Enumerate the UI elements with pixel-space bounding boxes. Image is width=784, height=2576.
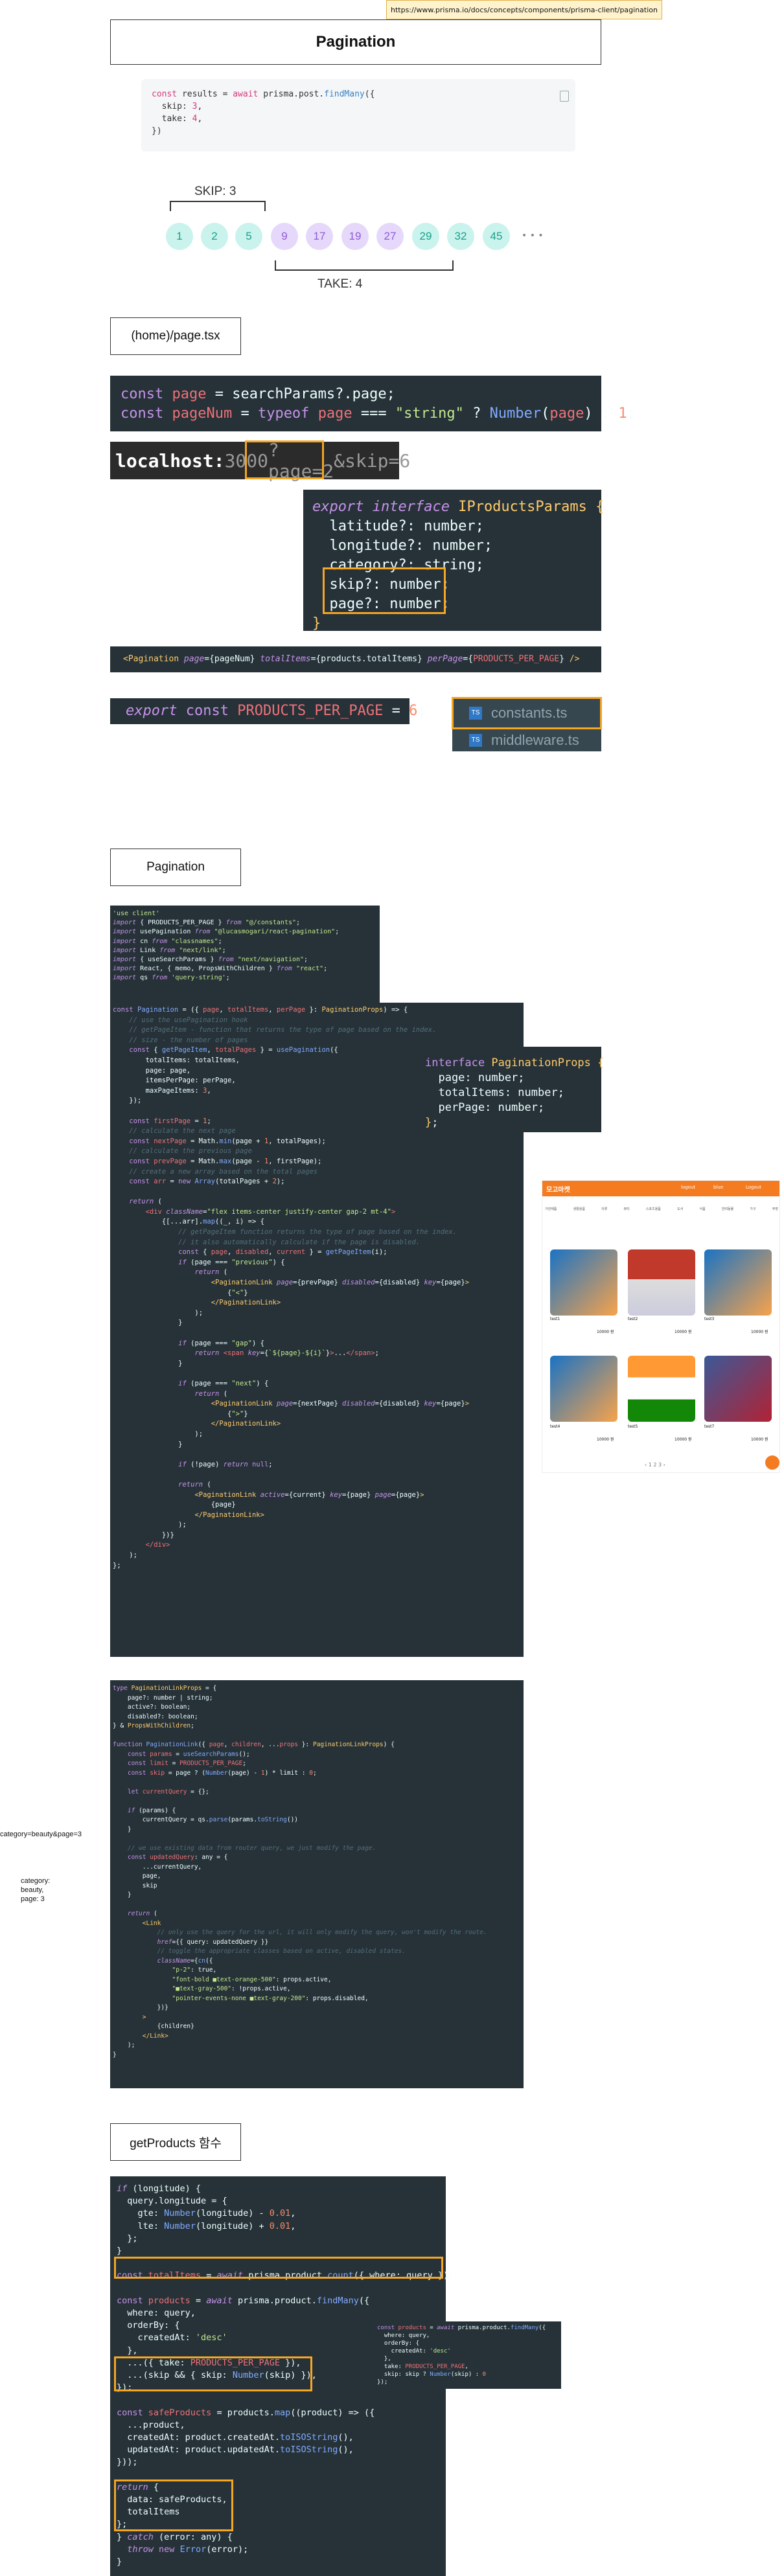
query-object-line: page: 3 [21, 1895, 45, 1903]
product-price: 10000 원 [597, 1437, 614, 1442]
query-string-text: category=beauty&page=3 [0, 1830, 82, 1838]
page-tsx-title: (home)/page.tsx [110, 317, 241, 355]
product-price: 10000 원 [674, 1330, 692, 1334]
query-object-line: beauty, [21, 1886, 44, 1894]
file-middleware[interactable]: TS middleware.ts [452, 729, 601, 751]
product-name: test7 [704, 1424, 715, 1429]
find-many-small-code: const products = await prisma.product.fi… [373, 2321, 561, 2389]
take-label: TAKE: 4 [317, 277, 363, 291]
ts-file-icon: TS [469, 734, 482, 747]
shop-header: 모고마켓 logout blue Logout [542, 1181, 779, 1196]
pagination-props-interface: interface PaginationProps { page: number… [415, 1047, 604, 1132]
category-item[interactable]: 반려동물 [722, 1207, 733, 1224]
product-name: test2 [628, 1317, 638, 1321]
product-image[interactable] [628, 1249, 695, 1316]
product-name: test3 [704, 1317, 715, 1321]
product-price: 10000 원 [751, 1330, 768, 1334]
category-item[interactable]: 주방 [772, 1207, 778, 1224]
skip-item: 1 [166, 223, 193, 250]
take-item: 17 [306, 223, 333, 250]
category-item[interactable]: 의류 [601, 1207, 607, 1224]
product-image[interactable] [704, 1249, 772, 1316]
skip-item: 2 [201, 223, 228, 250]
search-params-code: const page = searchParams?.page; const p… [110, 376, 636, 431]
shop-nav-item[interactable]: blue [713, 1185, 723, 1190]
rest-item: 45 [483, 223, 510, 250]
product-image[interactable] [704, 1356, 772, 1422]
skip-page-highlight [323, 567, 446, 614]
pagination-jsx: <Pagination page={pageNum} totalItems={p… [110, 646, 601, 672]
pagination-title: Pagination [110, 19, 601, 65]
find-many-snippet: const results = await prisma.post.findMa… [141, 79, 575, 152]
return-highlight [114, 2479, 233, 2531]
take-item: 9 [271, 223, 298, 250]
shop-nav-item[interactable]: logout [681, 1185, 695, 1190]
product-image[interactable] [550, 1249, 617, 1316]
category-item[interactable]: 식품 [699, 1207, 705, 1224]
category-item[interactable]: 가구 [750, 1207, 755, 1224]
more-dots: • • • [522, 231, 544, 241]
product-name: test4 [550, 1424, 560, 1429]
product-price: 10000 원 [674, 1437, 692, 1442]
copy-icon[interactable] [560, 91, 569, 102]
category-item[interactable]: 도서 [677, 1207, 683, 1224]
skip-bracket [170, 201, 266, 211]
product-price: 10000 원 [751, 1437, 768, 1442]
skip-item: 5 [235, 223, 262, 250]
shop-preview: 모고마켓 logout blue Logout 가전제품 생활용품 의류 뷰티 … [542, 1180, 780, 1473]
take-item: 27 [376, 223, 404, 250]
product-name: test1 [550, 1317, 560, 1321]
take-skip-highlight [114, 2356, 312, 2391]
take-bracket [275, 260, 454, 271]
count-highlight [114, 2257, 443, 2279]
take-item: 19 [341, 223, 369, 250]
product-price: 10000 원 [597, 1330, 614, 1334]
shop-categories: 가전제품 생활용품 의류 뷰티 스포츠용품 도서 식품 반려동물 가구 주방 [545, 1207, 778, 1224]
product-name: test5 [628, 1424, 638, 1429]
query-object-line: category: [21, 1877, 51, 1885]
category-item[interactable]: 스포츠용품 [646, 1207, 661, 1224]
product-image[interactable] [628, 1356, 695, 1422]
pagination-link-code: type PaginationLinkProps = { page?: numb… [110, 1680, 524, 2088]
page-query-highlight [245, 440, 324, 479]
get-products-title: getProducts 함수 [110, 2123, 241, 2161]
imports-code: 'use client' import { PRODUCTS_PER_PAGE … [110, 906, 380, 1003]
constants-highlight [452, 697, 602, 729]
shop-nav-item[interactable]: Logout [746, 1185, 761, 1190]
floating-action-button[interactable] [765, 1455, 779, 1470]
category-item[interactable]: 뷰티 [624, 1207, 630, 1224]
rest-item: 29 [412, 223, 439, 250]
rest-item: 32 [447, 223, 474, 250]
skip-label: SKIP: 3 [194, 185, 236, 198]
category-item[interactable]: 생활용품 [573, 1207, 585, 1224]
shop-pager[interactable]: ‹ 1 2 3 › [645, 1462, 665, 1468]
category-item[interactable]: 가전제품 [545, 1207, 557, 1224]
product-image[interactable] [550, 1356, 617, 1422]
shop-brand: 모고마켓 [546, 1187, 570, 1194]
products-per-page-const: export const PRODUCTS_PER_PAGE = 6; [110, 698, 426, 724]
pagination-section-title: Pagination [110, 849, 241, 886]
url-label: https://www.prisma.io/docs/concepts/comp… [386, 0, 662, 19]
